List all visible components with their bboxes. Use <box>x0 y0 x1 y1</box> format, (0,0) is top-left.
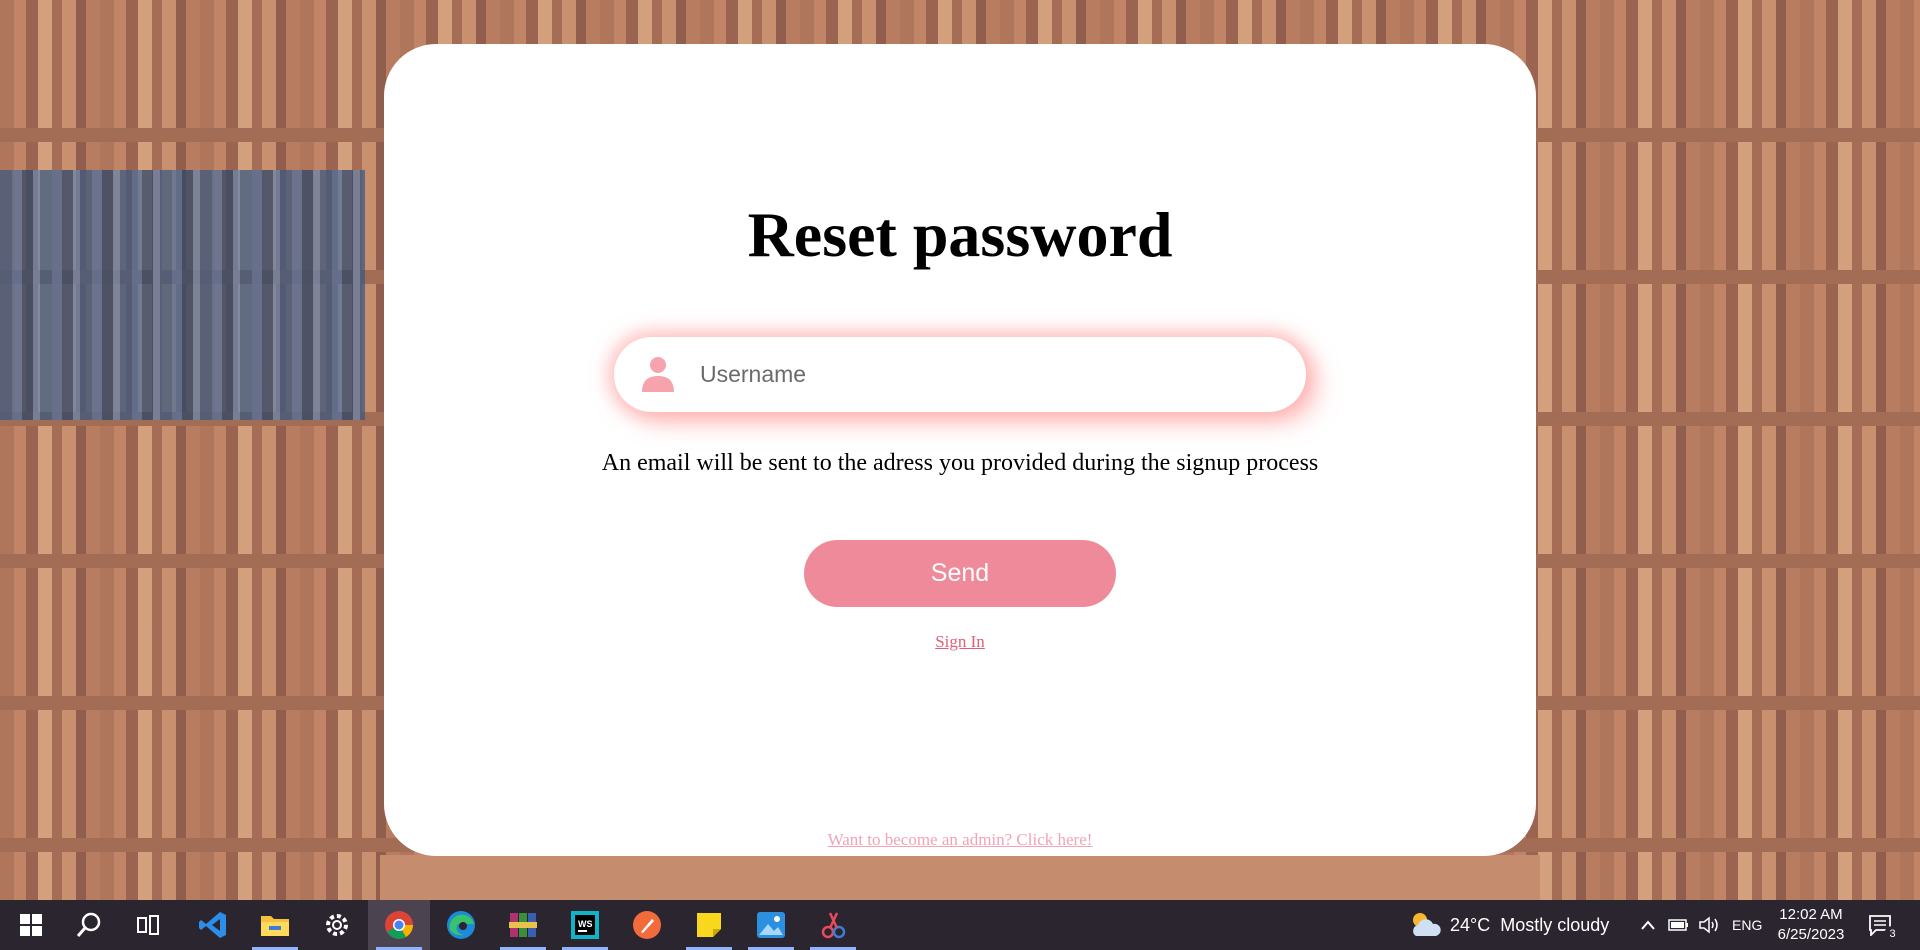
notifications-button[interactable] <box>1868 900 1892 950</box>
winrar-icon[interactable] <box>492 900 554 950</box>
sticky-notes-icon[interactable] <box>678 900 740 950</box>
weather-condition: Mostly cloudy <box>1500 914 1610 935</box>
chrome-icon[interactable] <box>368 900 430 950</box>
cloudy-weather-icon <box>1413 913 1441 936</box>
taskbar: WS 24°C Mostly cloudy ENG 12:02 AM 6/25/… <box>0 900 1920 950</box>
clock-date: 6/25/2023 <box>1777 926 1845 943</box>
background-floor <box>380 855 1540 900</box>
username-field[interactable] <box>614 337 1306 412</box>
webstorm-icon[interactable]: WS <box>554 900 616 950</box>
notification-count-badge: 3 <box>1884 926 1901 943</box>
chevron-up-icon <box>1641 920 1655 930</box>
battery-icon[interactable] <box>1668 900 1690 950</box>
info-text: An email will be sent to the adress you … <box>601 450 1319 476</box>
svg-text:WS: WS <box>578 919 593 929</box>
volume-icon[interactable] <box>1698 900 1720 950</box>
clock-time: 12:02 AM <box>1779 906 1843 923</box>
task-view-icon[interactable] <box>118 900 180 950</box>
become-admin-link[interactable]: Want to become an admin? Click here! <box>828 830 1093 849</box>
weather-widget[interactable]: 24°C Mostly cloudy <box>1408 900 1609 950</box>
settings-gear-icon[interactable] <box>306 900 368 950</box>
file-explorer-icon[interactable] <box>244 900 306 950</box>
username-input[interactable] <box>700 337 1280 412</box>
vscode-icon[interactable] <box>182 900 244 950</box>
language-indicator[interactable]: ENG <box>1732 900 1762 950</box>
show-hidden-icons-button[interactable] <box>1640 900 1656 950</box>
snipping-tool-icon[interactable] <box>802 900 864 950</box>
clock[interactable]: 12:02 AM 6/25/2023 <box>1766 905 1856 945</box>
windows-start-icon[interactable] <box>0 900 62 950</box>
search-icon[interactable] <box>58 900 120 950</box>
page-title: Reset password <box>747 199 1173 270</box>
send-button[interactable]: Send <box>804 540 1116 607</box>
postman-icon[interactable] <box>616 900 678 950</box>
photos-icon[interactable] <box>740 900 802 950</box>
sign-in-link[interactable]: Sign In <box>935 632 985 651</box>
edge-icon[interactable] <box>430 900 492 950</box>
weather-temperature: 24°C <box>1450 914 1491 935</box>
user-icon <box>642 357 674 392</box>
